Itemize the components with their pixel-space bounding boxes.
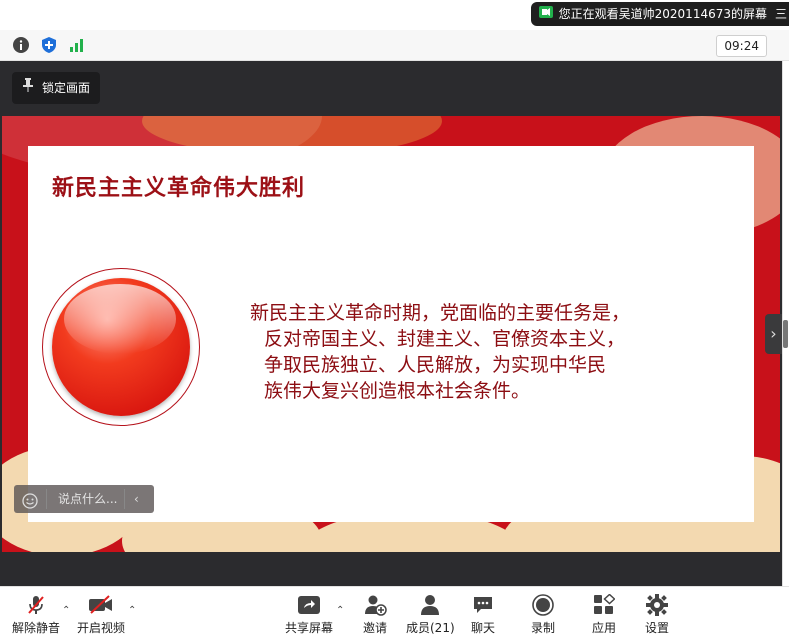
- unmute-button[interactable]: 解除静音: [12, 593, 60, 636]
- network-signal-icon[interactable]: [68, 36, 86, 54]
- share-screen-icon: [538, 2, 553, 26]
- apps-label: 应用: [591, 621, 616, 635]
- info-icon[interactable]: [12, 36, 30, 54]
- viewing-banner: 您正在观看吴道帅2020114673的屏幕 三: [0, 0, 789, 30]
- slide-line-1: 新民主主义革命时期，党面临的主要任务是，: [250, 302, 631, 324]
- share-options-chevron-icon[interactable]: ⌃: [336, 605, 344, 616]
- apps-button[interactable]: 应用: [591, 593, 617, 636]
- chat-label: 聊天: [470, 621, 495, 635]
- record-icon: [530, 593, 556, 617]
- emoji-icon[interactable]: [22, 491, 38, 519]
- chat-input-placeholder[interactable]: 说点什么...: [58, 485, 117, 513]
- scrollbar-thumb[interactable]: [783, 320, 788, 348]
- viewing-notice-text: 您正在观看吴道帅2020114673的屏幕: [558, 7, 767, 21]
- chat-divider-2: [124, 489, 125, 509]
- expand-panel-button[interactable]: ›: [765, 314, 782, 354]
- start-video-button[interactable]: 开启视频: [77, 593, 125, 636]
- invite-label: 邀请: [362, 621, 387, 635]
- security-shield-icon[interactable]: [40, 36, 58, 54]
- settings-label: 设置: [644, 621, 669, 635]
- video-options-chevron-icon[interactable]: ⌃: [128, 605, 136, 616]
- slide-line-2: 反对帝国主义、封建主义、官僚资本主义，: [264, 328, 626, 350]
- settings-button[interactable]: 设置: [644, 593, 670, 636]
- slide-body-text: 新民主主义革命时期，党面临的主要任务是， 反对帝国主义、封建主义、官僚资本主义，…: [250, 300, 700, 404]
- muted-microphone-icon: [23, 593, 49, 617]
- apps-grid-icon: [591, 593, 617, 617]
- lock-view-label: 锁定画面: [42, 81, 91, 95]
- chat-input-bar[interactable]: 说点什么... ‹: [14, 485, 154, 513]
- unmute-label: 解除静音: [12, 621, 61, 635]
- banner-menu-icon[interactable]: 三: [775, 2, 789, 26]
- video-off-icon: [88, 593, 114, 617]
- invite-user-icon: [362, 593, 388, 617]
- members-label: 成员(21): [406, 621, 455, 635]
- chat-button[interactable]: 聊天: [470, 593, 496, 636]
- orb-highlight: [64, 284, 176, 354]
- members-button[interactable]: 成员(21): [406, 593, 455, 636]
- slide-title: 新民主主义革命伟大胜利: [52, 176, 306, 201]
- meeting-timer: 09:24: [716, 35, 767, 57]
- record-button[interactable]: 录制: [530, 593, 556, 636]
- audio-options-chevron-icon[interactable]: ⌃: [62, 605, 70, 616]
- start-video-label: 开启视频: [77, 621, 126, 635]
- chat-bubble-icon: [470, 593, 496, 617]
- slide-line-3: 争取民族独立、人民解放，为实现中华民: [264, 354, 607, 376]
- gear-icon: [644, 593, 670, 617]
- slide-line-4: 族伟大复兴创造根本社会条件。: [264, 380, 531, 402]
- meeting-toolbar: 解除静音 ⌃ 开启视频 ⌃ 共享屏幕 ⌃ 邀请 成员(21) 聊天 录制 应用 …: [0, 586, 789, 638]
- share-screen-button[interactable]: 共享屏幕: [285, 593, 333, 636]
- record-label: 录制: [530, 621, 555, 635]
- pin-icon: [22, 72, 34, 104]
- share-screen-arrow-icon: [296, 593, 322, 617]
- members-icon: [417, 593, 443, 617]
- lock-view-button[interactable]: 锁定画面: [12, 72, 101, 104]
- collapse-chat-icon[interactable]: ‹: [134, 485, 139, 513]
- share-screen-label: 共享屏幕: [285, 621, 334, 635]
- invite-button[interactable]: 邀请: [362, 593, 388, 636]
- status-bar: 09:24: [0, 30, 789, 61]
- chat-divider: [46, 489, 47, 509]
- viewing-notice: 您正在观看吴道帅2020114673的屏幕: [530, 2, 775, 26]
